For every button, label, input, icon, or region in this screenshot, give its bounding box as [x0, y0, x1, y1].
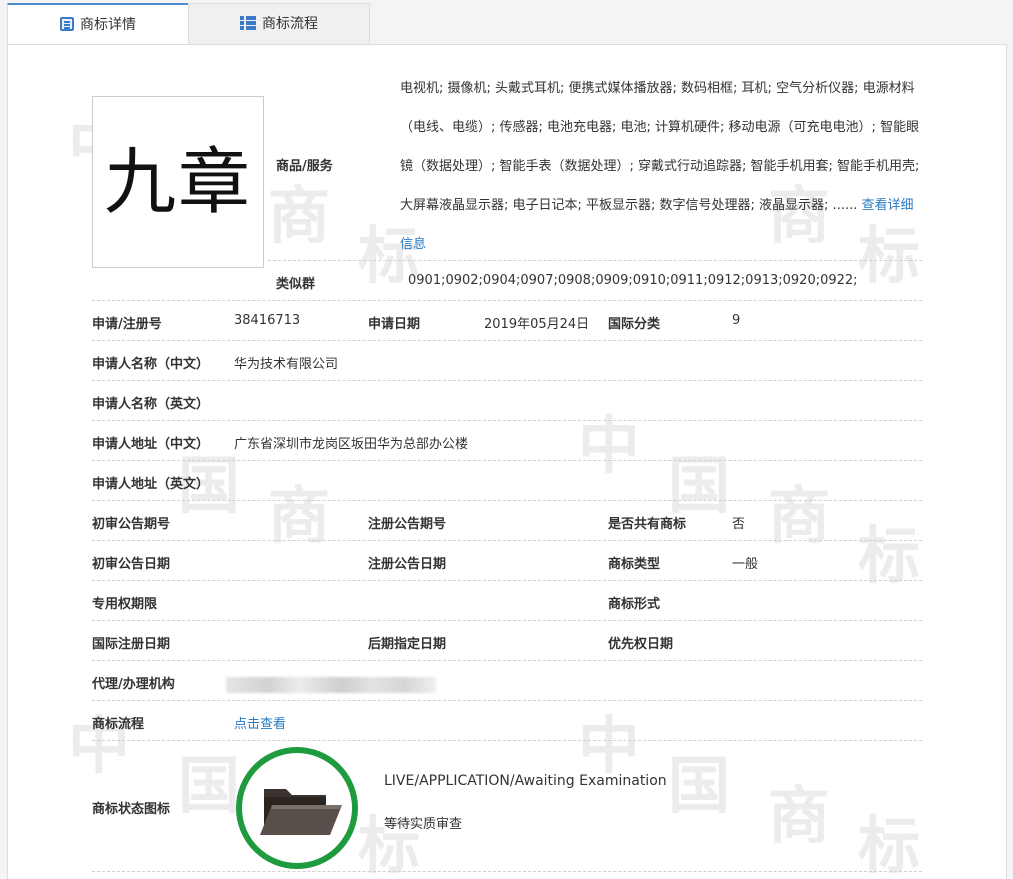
trademark-image: 九章: [92, 96, 264, 268]
divider: [92, 740, 922, 741]
divider: [92, 500, 922, 501]
applicant-en-label: 申请人名称（英文）: [92, 397, 210, 412]
tm-type-value: 一般: [732, 557, 759, 572]
prelim-date-label: 初审公告日期: [92, 557, 171, 572]
similar-group-value: 0901;0902;0904;0907;0908;0909;0910;0911;…: [408, 273, 858, 288]
goods-services-value: 电视机; 摄像机; 头戴式耳机; 便携式媒体播放器; 数码相框; 耳机; 空气分…: [400, 69, 926, 264]
goods-services-text: 电视机; 摄像机; 头戴式耳机; 便携式媒体播放器; 数码相框; 耳机; 空气分…: [400, 81, 920, 213]
watermark-char: 标: [858, 809, 921, 879]
exclusive-period-label: 专用权期限: [92, 597, 158, 612]
applicant-cn-value: 华为技术有限公司: [234, 357, 339, 372]
divider: [268, 260, 922, 261]
watermark-char: 中: [578, 709, 641, 782]
status-chinese: 等待实质审查: [384, 817, 463, 832]
agent-label: 代理/办理机构: [92, 677, 175, 692]
trademark-detail-panel: 中 商 标 商 标 中 国 商 标 国 商 中 国 中 国 商 标 标 九章 商…: [7, 44, 1007, 879]
address-cn-label: 申请人地址（中文）: [92, 437, 210, 452]
tab-trademark-details[interactable]: 商标详情: [7, 3, 189, 46]
folder-icon: [260, 789, 342, 835]
tab-bar: 商标详情 商标流程: [7, 3, 370, 46]
status-english: LIVE/APPLICATION/Awaiting Examination: [384, 773, 667, 789]
process-view-link[interactable]: 点击查看: [234, 713, 286, 732]
divider: [92, 380, 922, 381]
divider: [92, 580, 922, 581]
address-cn-value: 广东省深圳市龙岗区坂田华为总部办公楼: [234, 437, 469, 452]
apply-date-label: 申请日期: [368, 317, 421, 332]
divider: [92, 540, 922, 541]
intl-class-label: 国际分类: [608, 317, 661, 332]
prelim-no-label: 初审公告期号: [92, 517, 171, 532]
shared-label: 是否共有商标: [608, 517, 687, 532]
apply-date-value: 2019年05月24日: [484, 317, 590, 332]
reg-no-label: 申请/注册号: [92, 317, 162, 332]
address-en-label: 申请人地址（英文）: [92, 477, 210, 492]
tab-label: 商标流程: [262, 16, 318, 32]
intl-class-value: 9: [732, 313, 741, 328]
intl-reg-date-label: 国际注册日期: [92, 637, 171, 652]
similar-group-label: 类似群: [276, 277, 316, 292]
tm-form-label: 商标形式: [608, 597, 661, 612]
watermark-char: 商: [768, 779, 831, 852]
applicant-cn-label: 申请人名称（中文）: [92, 357, 210, 372]
watermark-char: 商: [768, 479, 831, 552]
grid-list-icon: [240, 16, 256, 30]
agent-value-redacted: [226, 677, 436, 693]
shared-value: 否: [732, 517, 746, 532]
divider: [92, 620, 922, 621]
tab-label: 商标详情: [80, 17, 136, 33]
divider: [92, 460, 922, 461]
tm-type-label: 商标类型: [608, 557, 661, 572]
status-icon-label: 商标状态图标: [92, 802, 171, 817]
divider: [92, 300, 922, 301]
reg-notice-date-label: 注册公告日期: [368, 557, 447, 572]
priority-date-label: 优先权日期: [608, 637, 674, 652]
watermark-char: 国: [668, 449, 731, 522]
watermark-char: 商: [268, 479, 331, 552]
tab-trademark-process[interactable]: 商标流程: [188, 3, 370, 44]
later-designation-label: 后期指定日期: [368, 637, 447, 652]
reg-notice-no-label: 注册公告期号: [368, 517, 447, 532]
divider: [92, 700, 922, 701]
divider: [92, 871, 922, 872]
reg-no-value: 38416713: [234, 313, 301, 328]
watermark-char: 标: [858, 519, 921, 592]
goods-services-label: 商品/服务: [276, 159, 333, 174]
divider: [92, 340, 922, 341]
divider: [92, 420, 922, 421]
watermark-char: 国: [178, 749, 241, 822]
watermark-char: 国: [668, 749, 731, 822]
watermark-char: 中: [578, 409, 641, 482]
list-icon: [60, 17, 74, 31]
status-badge: [236, 747, 358, 869]
watermark-char: 商: [268, 179, 331, 252]
process-label: 商标流程: [92, 717, 145, 732]
divider: [92, 660, 922, 661]
